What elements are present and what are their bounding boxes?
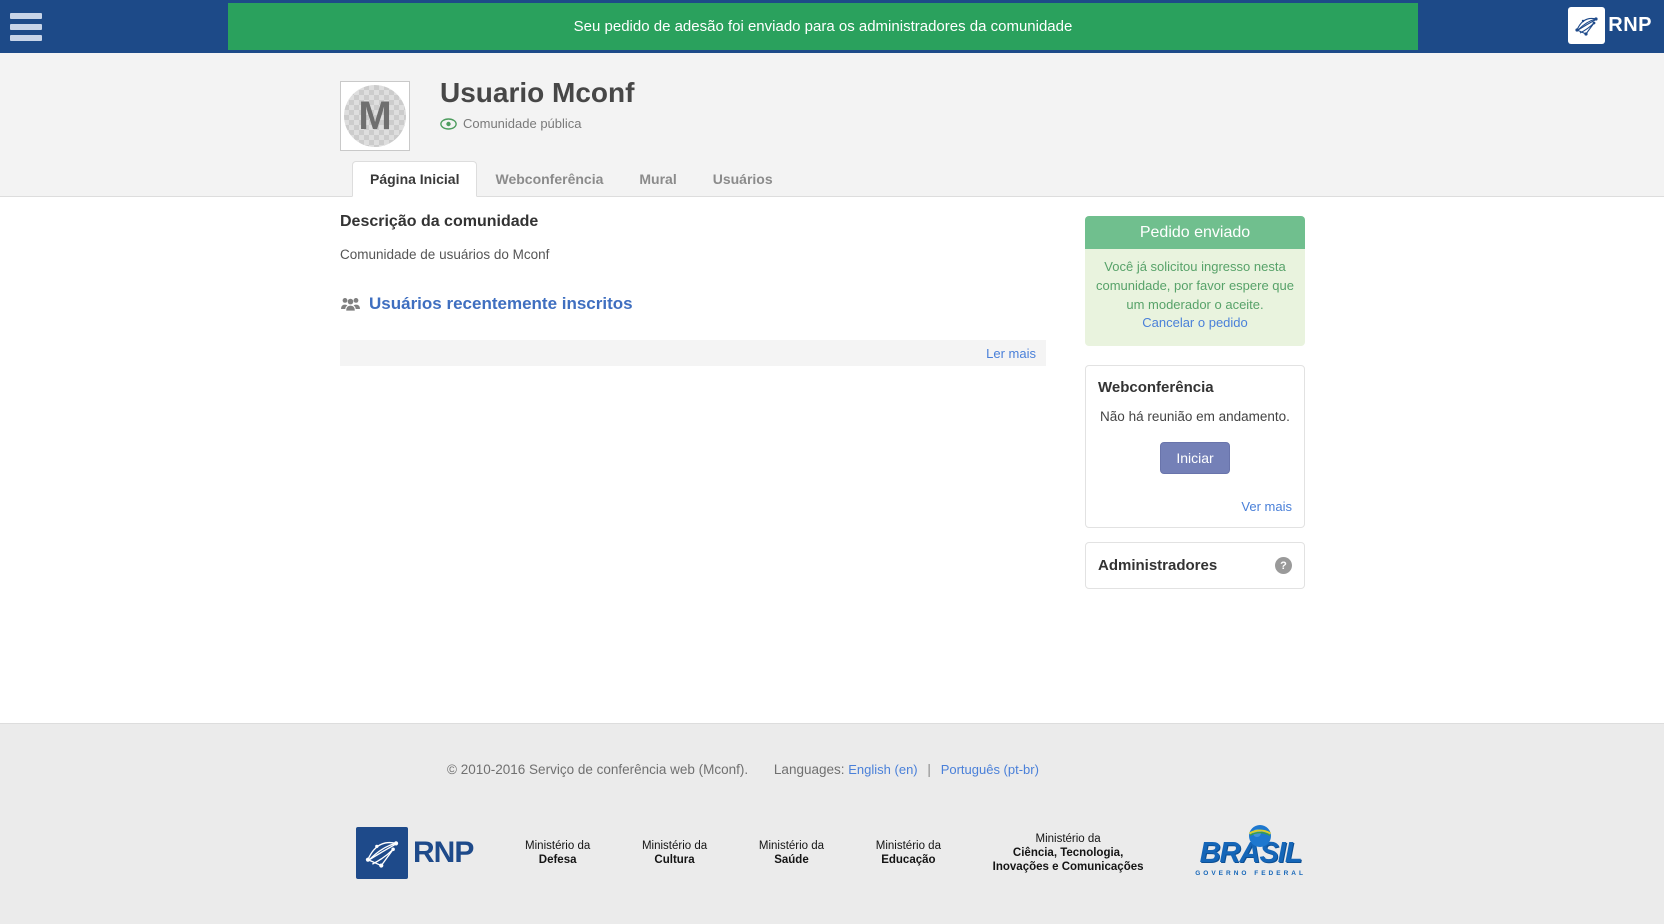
rnp-logo-text: RNP <box>1608 14 1652 37</box>
language-separator: | <box>927 762 931 777</box>
brasil-globe-icon <box>1247 823 1273 849</box>
webconference-panel-title: Webconferência <box>1098 379 1292 396</box>
ministry-line: Cultura <box>642 853 707 867</box>
join-request-panel: Pedido enviado Você já solicitou ingress… <box>1085 216 1305 346</box>
ministry-cultura-logo: Ministério da Cultura <box>642 839 707 867</box>
ministry-saude-logo: Ministério da Saúde <box>759 839 824 867</box>
users-group-icon <box>340 297 361 312</box>
tab-webconferencia[interactable]: Webconferência <box>477 161 621 197</box>
footer-logos-row: RNP Ministério da Defesa Ministério da C… <box>356 827 1306 879</box>
page-footer: © 2010-2016 Serviço de conferência web (… <box>0 723 1664 924</box>
copyright-text: © 2010-2016 Serviço de conferência web (… <box>447 762 748 777</box>
ministry-line: Saúde <box>759 853 824 867</box>
ministry-line: Ministério da <box>642 839 707 853</box>
ministry-defesa-logo: Ministério da Defesa <box>525 839 590 867</box>
help-question-icon[interactable]: ? <box>1275 557 1292 574</box>
rnp-footer-logo[interactable]: RNP <box>356 827 473 879</box>
brasil-logo-subtext: GOVERNO FEDERAL <box>1195 870 1306 877</box>
languages-label: Languages: <box>774 762 845 777</box>
menu-hamburger-icon[interactable] <box>10 13 46 41</box>
community-visibility-label: Comunidade pública <box>463 116 582 131</box>
community-header: M Usuario Mconf Comunidade pública Págin… <box>0 53 1664 197</box>
rnp-footer-logo-text: RNP <box>413 836 473 870</box>
footer-copyright-line: © 2010-2016 Serviço de conferência web (… <box>260 762 1226 777</box>
cancel-request-link[interactable]: Cancelar o pedido <box>1142 315 1248 330</box>
top-navbar: Seu pedido de adesão foi enviado para os… <box>0 0 1664 53</box>
ministry-line: Defesa <box>525 853 590 867</box>
tab-pagina-inicial[interactable]: Página Inicial <box>352 161 477 197</box>
tab-mural[interactable]: Mural <box>621 161 694 197</box>
rnp-network-icon <box>1568 7 1605 44</box>
recent-users-heading-text: Usuários recentemente inscritos <box>369 294 633 314</box>
flash-message-text: Seu pedido de adesão foi enviado para os… <box>574 18 1073 35</box>
brasil-governo-federal-logo[interactable]: BRASIL GOVERNO FEDERAL <box>1195 829 1306 877</box>
language-link-ptbr[interactable]: Português (pt-br) <box>941 762 1039 777</box>
rnp-logo[interactable]: RNP <box>1568 7 1652 44</box>
main-column: Descrição da comunidade Comunidade de us… <box>340 213 1046 723</box>
webconference-status-text: Não há reunião em andamento. <box>1098 409 1292 424</box>
flash-message-banner: Seu pedido de adesão foi enviado para os… <box>228 3 1418 50</box>
webconference-more-link[interactable]: Ver mais <box>1241 499 1292 514</box>
ministry-line: Ministério da <box>993 832 1144 846</box>
community-avatar: M <box>340 81 410 151</box>
ministry-line: Ministério da <box>525 839 590 853</box>
ministry-line: Ciência, Tecnologia, <box>993 846 1144 860</box>
sidebar: Pedido enviado Você já solicitou ingress… <box>1085 213 1305 723</box>
ministry-ciencia-logo: Ministério da Ciência, Tecnologia, Inova… <box>993 832 1144 874</box>
start-meeting-button[interactable]: Iniciar <box>1160 442 1229 474</box>
ministry-educacao-logo: Ministério da Educação <box>876 839 941 867</box>
join-request-message: Você já solicitou ingresso nesta comunid… <box>1095 257 1295 314</box>
page-content: Descrição da comunidade Comunidade de us… <box>0 197 1664 723</box>
community-title: Usuario Mconf <box>440 77 1664 109</box>
recent-users-heading: Usuários recentemente inscritos <box>340 294 1046 314</box>
webconference-panel: Webconferência Não há reunião em andamen… <box>1085 365 1305 528</box>
ministry-line: Ministério da <box>759 839 824 853</box>
eye-icon <box>440 118 457 130</box>
avatar-letter: M <box>358 96 391 136</box>
admins-panel-title: Administradores <box>1098 557 1217 574</box>
admins-panel: Administradores ? <box>1085 542 1305 589</box>
description-text: Comunidade de usuários do Mconf <box>340 247 1046 262</box>
tab-bar: Página Inicial Webconferência Mural Usuá… <box>352 161 791 197</box>
description-heading: Descrição da comunidade <box>340 213 1046 231</box>
rnp-footer-network-icon <box>356 827 408 879</box>
ministry-line: Educação <box>876 853 941 867</box>
join-request-panel-title: Pedido enviado <box>1085 216 1305 249</box>
read-more-link[interactable]: Ler mais <box>986 346 1036 361</box>
tab-usuarios[interactable]: Usuários <box>695 161 791 197</box>
language-link-en[interactable]: English (en) <box>848 762 917 777</box>
recent-users-list-footer: Ler mais <box>340 340 1046 366</box>
ministry-line: Inovações e Comunicações <box>993 860 1144 874</box>
ministry-line: Ministério da <box>876 839 941 853</box>
